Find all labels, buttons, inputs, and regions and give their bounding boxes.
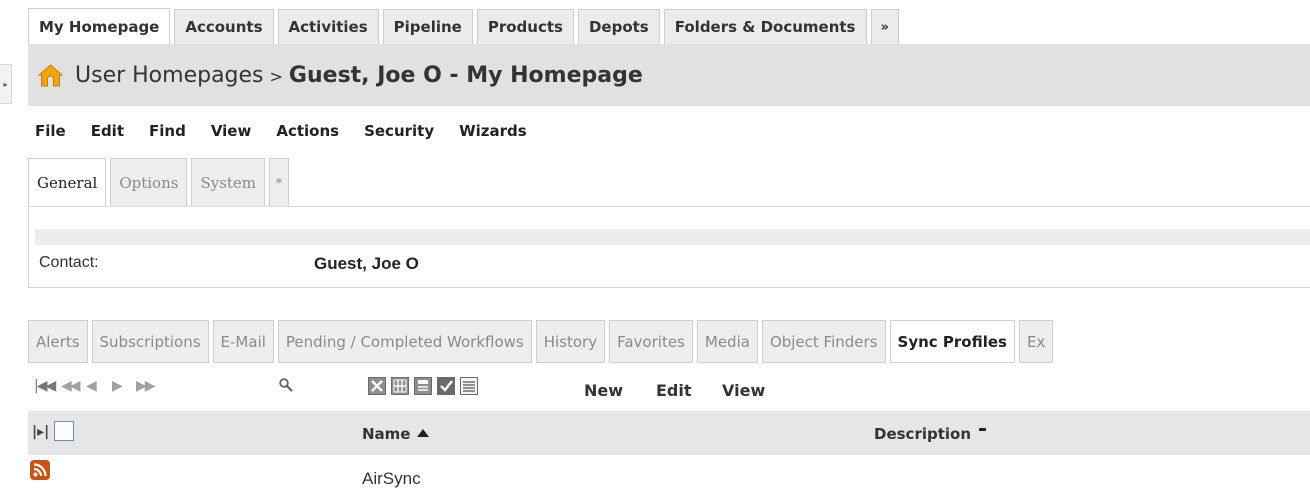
calculator-icon[interactable] — [414, 377, 432, 395]
columns-icon[interactable] — [391, 377, 409, 395]
column-name-label: Name — [362, 425, 411, 443]
new-button[interactable]: New — [584, 381, 623, 400]
column-header-name[interactable]: Name — [362, 425, 430, 443]
tab-products[interactable]: Products — [476, 9, 574, 44]
tab-email[interactable]: E-Mail — [212, 320, 274, 363]
tab-subscriptions[interactable]: Subscriptions — [91, 320, 209, 363]
tab-accounts[interactable]: Accounts — [174, 9, 274, 44]
list-icon[interactable] — [460, 377, 478, 395]
tab-ex-truncated[interactable]: Ex — [1018, 320, 1054, 363]
page-header: User Homepages > Guest, Joe O - My Homepag… — [28, 44, 1310, 106]
column-header-description[interactable]: Description — [874, 425, 987, 443]
last-page-icon[interactable]: ▶▶ — [136, 378, 155, 394]
tab-history[interactable]: History — [535, 320, 606, 363]
menu-file[interactable]: File — [35, 122, 66, 140]
tab-media[interactable]: Media — [696, 320, 758, 363]
menu-security[interactable]: Security — [364, 122, 434, 140]
contact-label: Contact: — [39, 254, 99, 271]
menu-bar: File Edit Find View Actions Security Wiz… — [35, 116, 552, 146]
sort-ascending-icon — [417, 429, 430, 437]
next-record-icon[interactable]: ▶ — [112, 378, 123, 394]
breadcrumb-separator: > — [269, 66, 283, 86]
menu-edit[interactable]: Edit — [91, 122, 124, 140]
menu-actions[interactable]: Actions — [276, 122, 339, 140]
home-icon[interactable] — [37, 63, 64, 87]
section-divider — [35, 229, 1310, 245]
rss-feed-icon — [30, 460, 50, 480]
tab-options[interactable]: Options — [110, 158, 188, 207]
detail-panel: Contact: Guest, Joe O — [28, 206, 1310, 288]
module-tab-bar: My Homepage Accounts Activities Pipeline… — [28, 8, 903, 44]
tab-general[interactable]: General — [28, 158, 107, 207]
tab-depots[interactable]: Depots — [577, 9, 660, 44]
related-tab-bar: Alerts Subscriptions E-Mail Pending / Co… — [28, 320, 1057, 363]
select-all-checkbox[interactable] — [54, 421, 74, 441]
more-tabs-button[interactable]: » — [870, 9, 899, 44]
tab-my-homepage[interactable]: My Homepage — [28, 8, 171, 44]
breadcrumb-user-homepages[interactable]: User Homepages — [75, 63, 264, 88]
tab-favorites[interactable]: Favorites — [609, 320, 693, 363]
tab-system[interactable]: System — [191, 158, 266, 207]
record-title: Guest, Joe O - My Homepage — [288, 62, 643, 88]
table-row[interactable]: AirSync — [28, 455, 1310, 495]
edit-button[interactable]: Edit — [656, 381, 692, 400]
view-button[interactable]: View — [722, 381, 765, 400]
tab-all[interactable]: * — [269, 158, 290, 207]
checkmark-icon[interactable] — [437, 377, 455, 395]
tab-activities[interactable]: Activities — [277, 9, 379, 44]
column-description-label: Description — [874, 425, 972, 443]
previous-record-icon[interactable]: ◀ — [86, 378, 97, 394]
tab-alerts[interactable]: Alerts — [28, 320, 88, 363]
tab-pipeline[interactable]: Pipeline — [382, 9, 473, 44]
grid-header: |▸| Name Description — [28, 411, 1310, 455]
grid-toolbar: |◀◀ ◀◀ ◀ ▶ ▶▶ New Edit View — [28, 370, 1310, 410]
delete-icon[interactable] — [368, 377, 386, 395]
first-record-icon[interactable]: |◀◀ — [34, 378, 56, 394]
menu-find[interactable]: Find — [149, 122, 186, 140]
expand-columns-icon[interactable]: |▸| — [32, 424, 49, 440]
contact-value[interactable]: Guest, Joe O — [314, 254, 419, 274]
sidebar-expand-handle[interactable]: ▸ — [0, 64, 12, 104]
grid-tool-icons — [368, 377, 483, 395]
search-icon[interactable] — [279, 377, 293, 392]
tab-workflows[interactable]: Pending / Completed Workflows — [277, 320, 532, 363]
sort-none-icon — [979, 428, 987, 431]
menu-wizards[interactable]: Wizards — [459, 122, 527, 140]
menu-view[interactable]: View — [211, 122, 252, 140]
previous-page-icon[interactable]: ◀◀ — [61, 378, 80, 394]
page-title: User Homepages > Guest, Joe O - My Homepag… — [75, 63, 643, 88]
tab-folders-documents[interactable]: Folders & Documents — [663, 9, 867, 44]
tab-sync-profiles[interactable]: Sync Profiles — [889, 320, 1015, 363]
row-name-cell[interactable]: AirSync — [362, 469, 421, 489]
tab-object-finders[interactable]: Object Finders — [761, 320, 886, 363]
detail-tab-bar: General Options System * — [28, 158, 293, 207]
